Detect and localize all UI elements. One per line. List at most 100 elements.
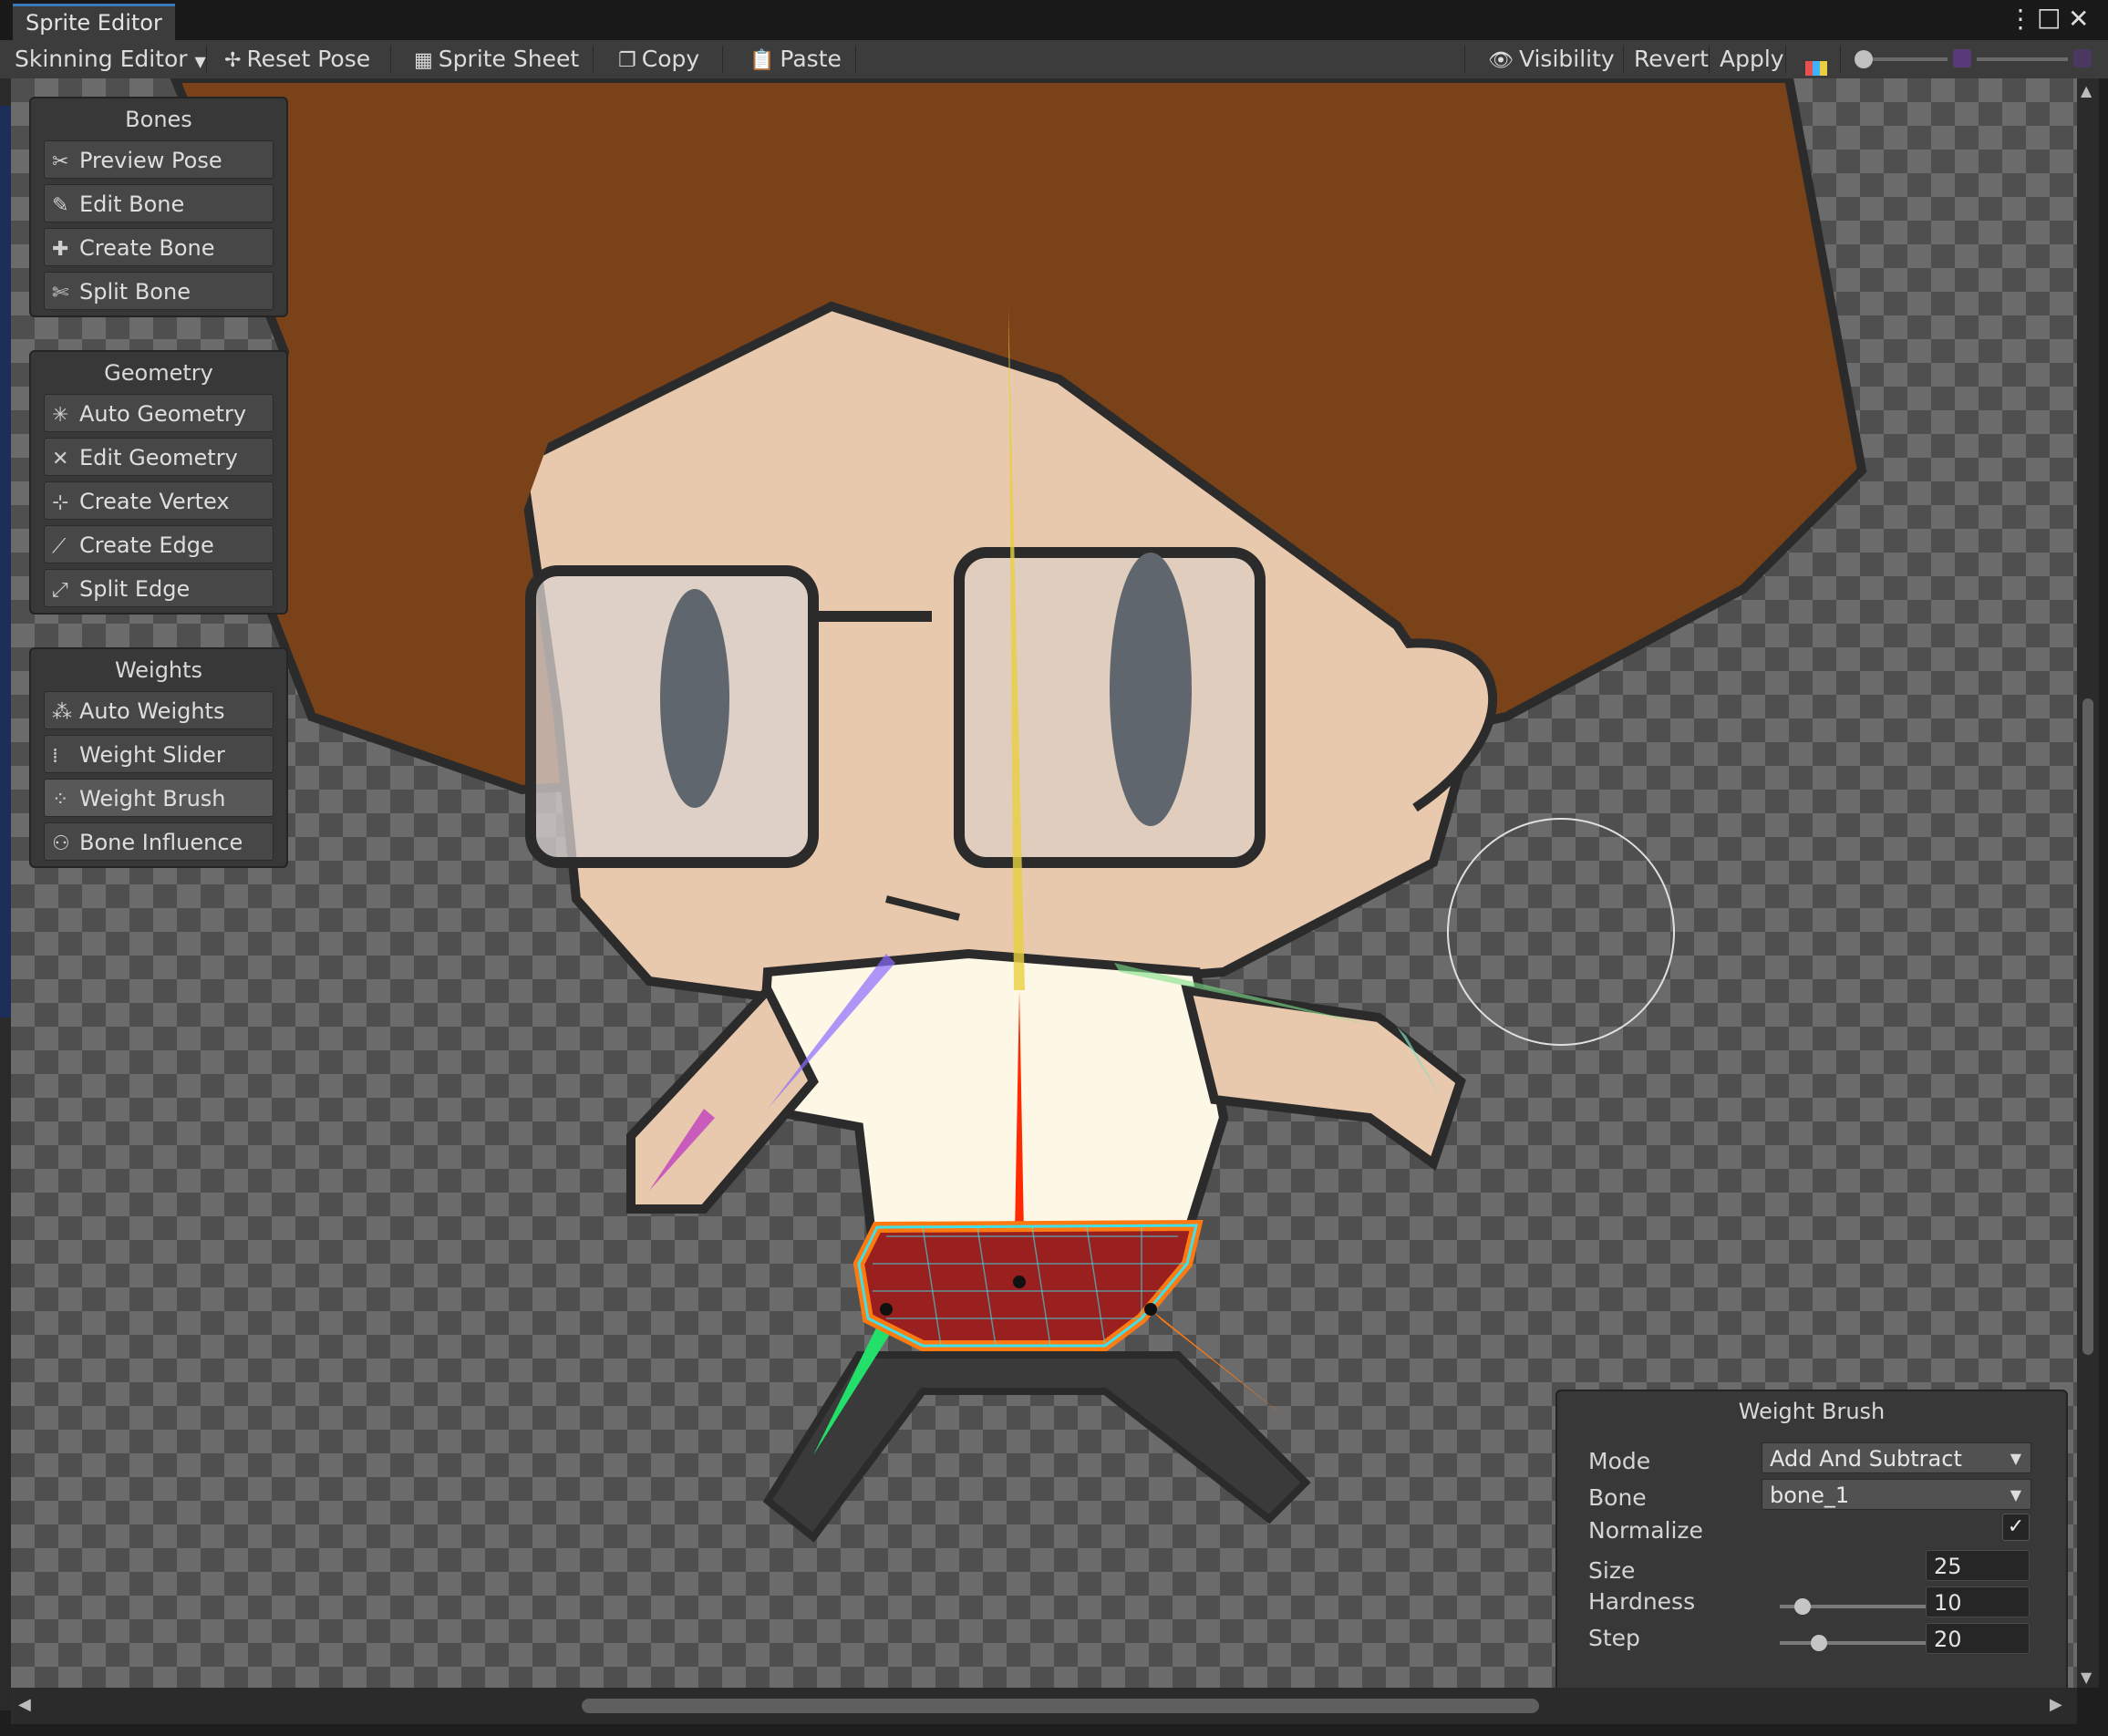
copy-button[interactable]: ❐ Copy: [618, 40, 699, 78]
chevron-down-icon: ▼: [2010, 1486, 2021, 1504]
edit-geometry-icon: ✕: [52, 448, 69, 470]
opacity-slider[interactable]: [1855, 50, 1948, 68]
toolbar-divider: [1840, 46, 1841, 73]
size-input[interactable]: 25: [1926, 1550, 2030, 1581]
chevron-down-icon: ▼: [2010, 1450, 2021, 1467]
step-input[interactable]: 20: [1926, 1623, 2030, 1654]
split-edge-button[interactable]: ⤢ Split Edge: [44, 569, 274, 607]
reset-pose-button[interactable]: ✢ Reset Pose: [224, 40, 370, 78]
edit-bone-label: Edit Bone: [79, 191, 185, 217]
scroll-up-icon[interactable]: ▲: [2081, 82, 2092, 99]
mode-label: Mode: [1588, 1448, 1651, 1474]
mode-value: Add And Subtract: [1770, 1446, 1962, 1472]
weight-brush-title: Weight Brush: [1738, 1399, 1886, 1424]
maximize-icon[interactable]: □: [2037, 2, 2061, 32]
toolbar-divider: [1709, 46, 1710, 73]
edit-geometry-label: Edit Geometry: [79, 445, 238, 470]
mesh-opacity-icon: [1953, 49, 1971, 67]
bones-panel: Bones ✂ Preview Pose ✎ Edit Bone ✚ Create B…: [29, 97, 288, 317]
horizontal-scroll-thumb[interactable]: [582, 1699, 1539, 1713]
bone-influence-label: Bone Influence: [79, 830, 243, 855]
weights-panel: Weights ⁂ Auto Weights ⁞ Weight Slider ⁘ We…: [29, 647, 288, 868]
create-edge-label: Create Edge: [79, 532, 214, 558]
more-vert-icon[interactable]: ⋮: [2008, 4, 2033, 34]
split-bone-label: Split Bone: [79, 279, 191, 305]
geometry-panel-title: Geometry: [104, 360, 213, 386]
toolbar-divider: [855, 46, 856, 73]
mode-dropdown[interactable]: Skinning Editor ▼: [15, 40, 206, 78]
copy-label: Copy: [641, 46, 700, 72]
hardness-label: Hardness: [1588, 1588, 1696, 1615]
paste-button[interactable]: 📋 Paste: [749, 40, 842, 78]
bone-label: Bone: [1588, 1484, 1647, 1511]
opacity-slider-knob[interactable]: [1855, 50, 1873, 68]
eye-left: [660, 589, 729, 808]
size-label: Size: [1588, 1557, 1636, 1584]
toolbar-divider: [206, 46, 207, 73]
scroll-down-icon[interactable]: ▼: [2081, 1669, 2092, 1686]
auto-weights-icon: ⁂: [52, 701, 72, 724]
auto-geometry-label: Auto Geometry: [79, 401, 247, 427]
weight-brush-icon: ⁘: [52, 789, 69, 811]
edit-bone-icon: ✎: [52, 194, 69, 217]
auto-geometry-button[interactable]: ✳ Auto Geometry: [44, 394, 274, 432]
create-vertex-button[interactable]: ⊹ Create Vertex: [44, 481, 274, 520]
weight-slider-button[interactable]: ⁞ Weight Slider: [44, 735, 274, 773]
auto-geometry-icon: ✳: [52, 404, 69, 427]
create-edge-button[interactable]: ⟋ Create Edge: [44, 525, 274, 563]
left-dock-strip: [0, 78, 11, 1710]
scroll-right-icon[interactable]: ▶: [2050, 1695, 2062, 1714]
create-bone-icon: ✚: [52, 238, 69, 261]
visibility-label: Visibility: [1518, 46, 1615, 72]
mesh-opacity-slider[interactable]: [1977, 57, 2068, 61]
create-bone-button[interactable]: ✚ Create Bone: [44, 228, 274, 266]
normalize-checkbox[interactable]: ✓: [2002, 1514, 2030, 1541]
horizontal-scrollbar[interactable]: ◀ ▶: [11, 1688, 2077, 1724]
apply-button[interactable]: Apply: [1720, 40, 1784, 78]
geometry-panel: Geometry ✳ Auto Geometry ✕ Edit Geometry ⊹…: [29, 350, 288, 615]
split-bone-button[interactable]: ✄ Split Bone: [44, 272, 274, 310]
mode-dropdown-field[interactable]: Add And Subtract ▼: [1762, 1442, 2031, 1473]
bone-influence-button[interactable]: ⚇ Bone Influence: [44, 822, 274, 861]
step-label: Step: [1588, 1625, 1640, 1651]
reset-pose-icon: ✢: [224, 49, 242, 72]
chevron-down-icon: ▼: [194, 53, 206, 70]
normalize-label: Normalize: [1588, 1517, 1703, 1544]
hardness-slider-knob[interactable]: [1794, 1598, 1811, 1615]
weight-brush-panel: Weight Brush Mode Add And Subtract ▼ Bon…: [1555, 1390, 2068, 1694]
preview-pose-button[interactable]: ✂ Preview Pose: [44, 140, 274, 179]
step-slider-knob[interactable]: [1811, 1635, 1827, 1651]
eye-icon: 👁: [1488, 49, 1514, 72]
revert-button[interactable]: Revert: [1634, 40, 1709, 78]
visibility-button[interactable]: 👁 Visibility: [1488, 40, 1615, 78]
edit-geometry-button[interactable]: ✕ Edit Geometry: [44, 438, 274, 476]
bone-influence-icon: ⚇: [52, 832, 70, 855]
toolbar-divider: [1785, 46, 1786, 73]
step-slider[interactable]: [1780, 1635, 1937, 1651]
eye-right: [1110, 553, 1192, 826]
auto-weights-button[interactable]: ⁂ Auto Weights: [44, 691, 274, 729]
mode-dropdown-label: Skinning Editor: [15, 46, 188, 72]
create-vertex-label: Create Vertex: [79, 489, 230, 514]
reset-pose-label: Reset Pose: [246, 46, 371, 72]
color-mode-icon[interactable]: [1805, 49, 1827, 76]
bone-dropdown-field[interactable]: bone_1 ▼: [1762, 1479, 2031, 1510]
split-bone-icon: ✄: [52, 282, 69, 305]
sprite-sheet-button[interactable]: ▦ Sprite Sheet: [414, 40, 579, 78]
toolbar-divider: [1623, 46, 1624, 73]
scroll-left-icon[interactable]: ◀: [18, 1695, 31, 1714]
edit-bone-button[interactable]: ✎ Edit Bone: [44, 184, 274, 222]
bone-value: bone_1: [1770, 1483, 1850, 1508]
hardness-slider[interactable]: [1780, 1598, 1937, 1615]
window-title-bar: Sprite Editor ⋮ □ ✕: [0, 0, 2108, 40]
toolbar-divider: [593, 46, 594, 73]
vertical-scrollbar[interactable]: ▲ ▼: [2077, 78, 2099, 1688]
vertical-scroll-thumb[interactable]: [2082, 698, 2093, 1355]
weight-brush-button[interactable]: ⁘ Weight Brush: [44, 779, 274, 817]
close-icon[interactable]: ✕: [2068, 4, 2089, 34]
toolbar-divider: [722, 46, 723, 73]
split-edge-icon: ⤢: [52, 579, 68, 602]
hardness-input[interactable]: 10: [1926, 1586, 2030, 1617]
create-edge-icon: ⟋: [52, 535, 67, 558]
tab-sprite-editor[interactable]: Sprite Editor: [13, 4, 175, 40]
